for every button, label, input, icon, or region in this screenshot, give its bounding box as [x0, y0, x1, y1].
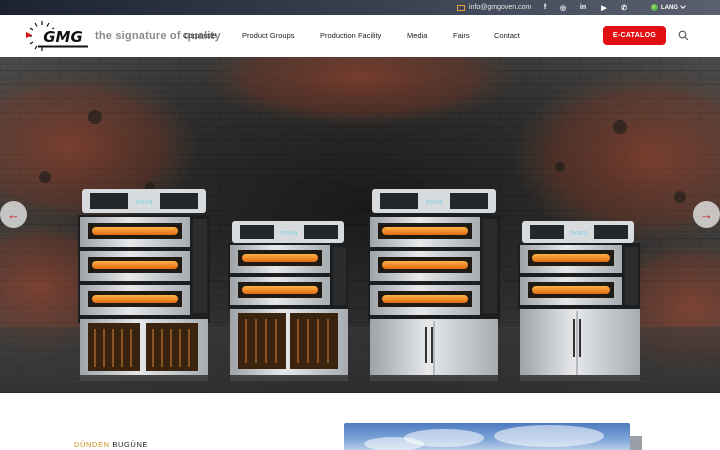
hero-slider: nova nova nova nova ← →: [0, 57, 720, 393]
section-heading: DÜNDEN BUGÜNE: [74, 440, 148, 449]
e-catalog-button[interactable]: E-CATALOG: [603, 26, 666, 45]
oven-unit-4: nova: [518, 221, 640, 375]
nav-corporate[interactable]: Corporate: [183, 31, 216, 40]
nav-production-facility[interactable]: Production Facility: [320, 31, 381, 40]
language-selector[interactable]: LANG: [651, 2, 686, 13]
arrow-right-icon: →: [700, 207, 713, 222]
main-header: GMG the signature of quality Corporate P…: [0, 15, 720, 57]
nav-contact[interactable]: Contact: [494, 31, 520, 40]
heading-dark-part: BUGÜNE: [112, 440, 149, 449]
arrow-left-icon: ←: [7, 207, 20, 222]
linkedin-icon[interactable]: in: [577, 2, 589, 13]
envelope-icon: [457, 4, 465, 11]
search-icon[interactable]: [678, 30, 689, 41]
slider-prev-button[interactable]: ←: [0, 201, 27, 228]
chevron-down-icon: [680, 3, 686, 9]
facebook-icon[interactable]: f: [539, 2, 551, 13]
nav-media[interactable]: Media: [407, 31, 427, 40]
heading-gold-part: DÜNDEN: [74, 440, 113, 449]
email-text: info@gmgoven.com: [469, 4, 532, 11]
logo-wordmark: GMG: [43, 28, 83, 46]
nav-product-groups[interactable]: Product Groups: [242, 31, 295, 40]
about-section: DÜNDEN BUGÜNE: [0, 393, 720, 450]
oven-unit-1: nova: [78, 189, 210, 375]
top-info-bar: info@gmgoven.com f ◎ in ▶ ✆ LANG: [0, 0, 720, 15]
svg-text:nova: nova: [570, 229, 587, 237]
svg-text:nova: nova: [425, 198, 442, 206]
nav-fairs[interactable]: Fairs: [453, 31, 470, 40]
oven-unit-2: nova: [228, 221, 348, 375]
email-link[interactable]: info@gmgoven.com: [457, 2, 531, 13]
youtube-icon[interactable]: ▶: [598, 2, 610, 13]
building-photo: [344, 423, 630, 450]
oven-unit-3: nova: [368, 189, 500, 375]
svg-text:nova: nova: [135, 198, 152, 206]
slider-next-button[interactable]: →: [693, 201, 720, 228]
svg-text:nova: nova: [280, 229, 297, 237]
hero-slide-image: nova nova nova nova: [0, 57, 720, 393]
globe-icon: [651, 4, 658, 11]
scroll-to-top-tab[interactable]: [630, 436, 642, 450]
language-label: LANG: [661, 4, 678, 11]
gmg-logo[interactable]: GMG: [24, 19, 94, 53]
instagram-icon[interactable]: ◎: [557, 2, 569, 13]
whatsapp-icon[interactable]: ✆: [618, 2, 630, 13]
